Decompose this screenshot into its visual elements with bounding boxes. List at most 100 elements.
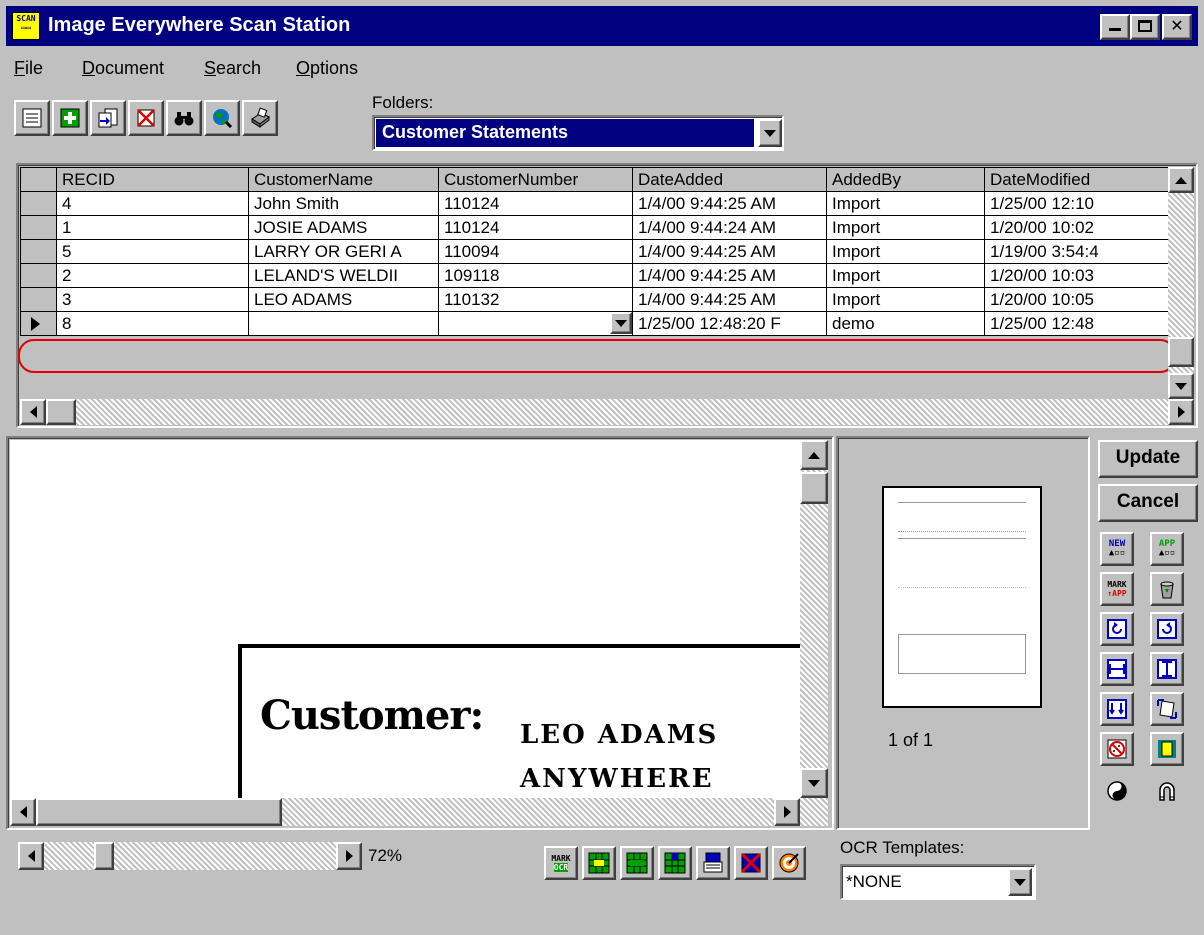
cancel-button[interactable]: Cancel [1098,484,1198,522]
ocr-zone-button[interactable] [582,846,616,880]
magnet-button[interactable] [1150,774,1184,808]
grid-hscroll-thumb[interactable] [46,399,76,425]
table-cell[interactable]: 1/4/00 9:44:25 AM [632,191,827,216]
row-selector[interactable] [20,287,57,312]
delete-record-button[interactable] [128,100,164,136]
table-cell[interactable]: Import [826,191,985,216]
document-image[interactable]: Customer: LEO ADAMS ANYWHERE [10,440,800,798]
ocr-read-button[interactable] [696,846,730,880]
scroll-down-button[interactable] [1168,373,1194,399]
table-cell[interactable]: 3 [56,287,249,312]
table-cell[interactable]: Import [826,215,985,240]
table-cell[interactable]: 110132 [438,287,633,312]
scroll-left-button[interactable] [20,399,46,425]
table-cell[interactable]: 110094 [438,239,633,264]
image-vertical-scrollbar[interactable] [800,440,828,798]
recycle-button[interactable] [1150,572,1184,606]
maximize-button[interactable] [1130,14,1160,40]
image-scroll-left-button[interactable] [10,798,36,826]
menu-file[interactable]: File [14,58,43,79]
ocr-clear-button[interactable] [734,846,768,880]
image-horizontal-scrollbar[interactable] [10,798,828,826]
folders-dropdown[interactable]: Customer Statements [372,115,784,151]
zoom-slider[interactable] [18,842,362,870]
page-down-button[interactable] [1100,692,1134,726]
scan-button[interactable] [242,100,278,136]
table-cell[interactable]: Import [826,287,985,312]
mark-ocr-button[interactable]: MARK OCR [544,846,578,880]
grid-vscroll-thumb[interactable] [1168,337,1194,367]
table-cell[interactable]: 1/19/00 3:54:4 [984,239,1185,264]
table-cell[interactable]: 8 [56,311,249,336]
table-cell[interactable]: 109118 [438,263,633,288]
zoom-in-button[interactable] [336,842,362,870]
table-cell[interactable]: 1/25/00 12:48 [984,311,1185,336]
table-cell[interactable]: 1 [56,215,249,240]
table-row[interactable]: 4 John Smith 110124 1/4/00 9:44:25 AM Import… [20,191,1191,216]
table-cell[interactable]: 1/25/00 12:48:20 F [632,311,827,336]
table-cell[interactable]: 2 [56,263,249,288]
close-button[interactable]: ✕ [1162,14,1192,40]
image-hscroll-thumb[interactable] [36,798,282,826]
fit-width-button[interactable] [1100,652,1134,686]
table-cell[interactable]: 1/25/00 12:10 [984,191,1185,216]
table-cell[interactable]: John Smith [248,191,439,216]
table-cell[interactable]: LELAND'S WELDII [248,263,439,288]
mark-append-button[interactable]: MARK ↑APP [1100,572,1134,606]
fit-height-button[interactable] [1150,652,1184,686]
scroll-up-button[interactable] [1168,167,1194,193]
table-cell[interactable]: LEO ADAMS [248,287,439,312]
deskew-button[interactable] [1150,692,1184,726]
grid-horizontal-scrollbar[interactable] [20,399,1194,425]
table-cell[interactable]: 110124 [438,191,633,216]
table-cell[interactable] [248,311,439,336]
image-vscroll-thumb[interactable] [800,472,828,504]
crop-button[interactable] [1150,732,1184,766]
append-page-button[interactable]: APP ▲▫▫ [1150,532,1184,566]
zoom-slider-thumb[interactable] [94,842,114,870]
column-header[interactable]: DateModified [984,167,1185,192]
zoom-out-button[interactable] [18,842,44,870]
invert-button[interactable] [1100,774,1134,808]
table-row[interactable]: 8 1/25/00 12:48:20 Fdemo 1/25/00 12:48 [20,311,1191,336]
ocr-template-button[interactable] [620,846,654,880]
row-selector[interactable] [20,239,57,264]
ocr-target-button[interactable] [772,846,806,880]
column-header[interactable]: AddedBy [826,167,985,192]
image-scroll-down-button[interactable] [800,768,828,798]
table-cell[interactable]: 1/4/00 9:44:24 AM [632,215,827,240]
folders-dropdown-button[interactable] [758,119,782,147]
table-cell[interactable]: Import [826,239,985,264]
image-scroll-right-button[interactable] [774,798,800,826]
add-button[interactable] [52,100,88,136]
menu-search[interactable]: Search [204,58,261,79]
rotate-left-button[interactable] [1100,612,1134,646]
table-cell[interactable]: Import [826,263,985,288]
ocr-templates-dropdown-button[interactable] [1008,868,1032,896]
table-row[interactable]: 5 LARRY OR GERI A 110094 1/4/00 9:44:25 AM I… [20,239,1191,264]
column-header[interactable]: CustomerName [248,167,439,192]
scroll-right-button[interactable] [1168,399,1194,425]
ocr-templates-dropdown[interactable]: *NONE [840,864,1036,900]
copy-record-button[interactable] [90,100,126,136]
table-cell[interactable]: 110124 [438,215,633,240]
table-cell[interactable]: 1/20/00 10:02 [984,215,1185,240]
despeckle-button[interactable] [1100,732,1134,766]
table-cell[interactable]: JOSIE ADAMS [248,215,439,240]
find-button[interactable] [166,100,202,136]
table-cell[interactable]: LARRY OR GERI A [248,239,439,264]
menu-document[interactable]: Document [82,58,164,79]
table-cell[interactable]: demo [826,311,985,336]
new-record-button[interactable] [14,100,50,136]
table-cell[interactable]: 1/20/00 10:05 [984,287,1185,312]
image-scroll-up-button[interactable] [800,440,828,470]
minimize-button[interactable] [1100,14,1130,40]
page-thumbnail[interactable] [882,486,1042,708]
table-cell[interactable]: 1/4/00 9:44:25 AM [632,263,827,288]
table-cell[interactable]: 1/4/00 9:44:25 AM [632,239,827,264]
ocr-table-button[interactable] [658,846,692,880]
grid-vertical-scrollbar[interactable] [1168,167,1194,399]
table-row[interactable]: 3 LEO ADAMS 110132 1/4/00 9:44:25 AM Import 1… [20,287,1191,312]
column-header[interactable]: RECID [56,167,249,192]
rotate-right-button[interactable] [1150,612,1184,646]
